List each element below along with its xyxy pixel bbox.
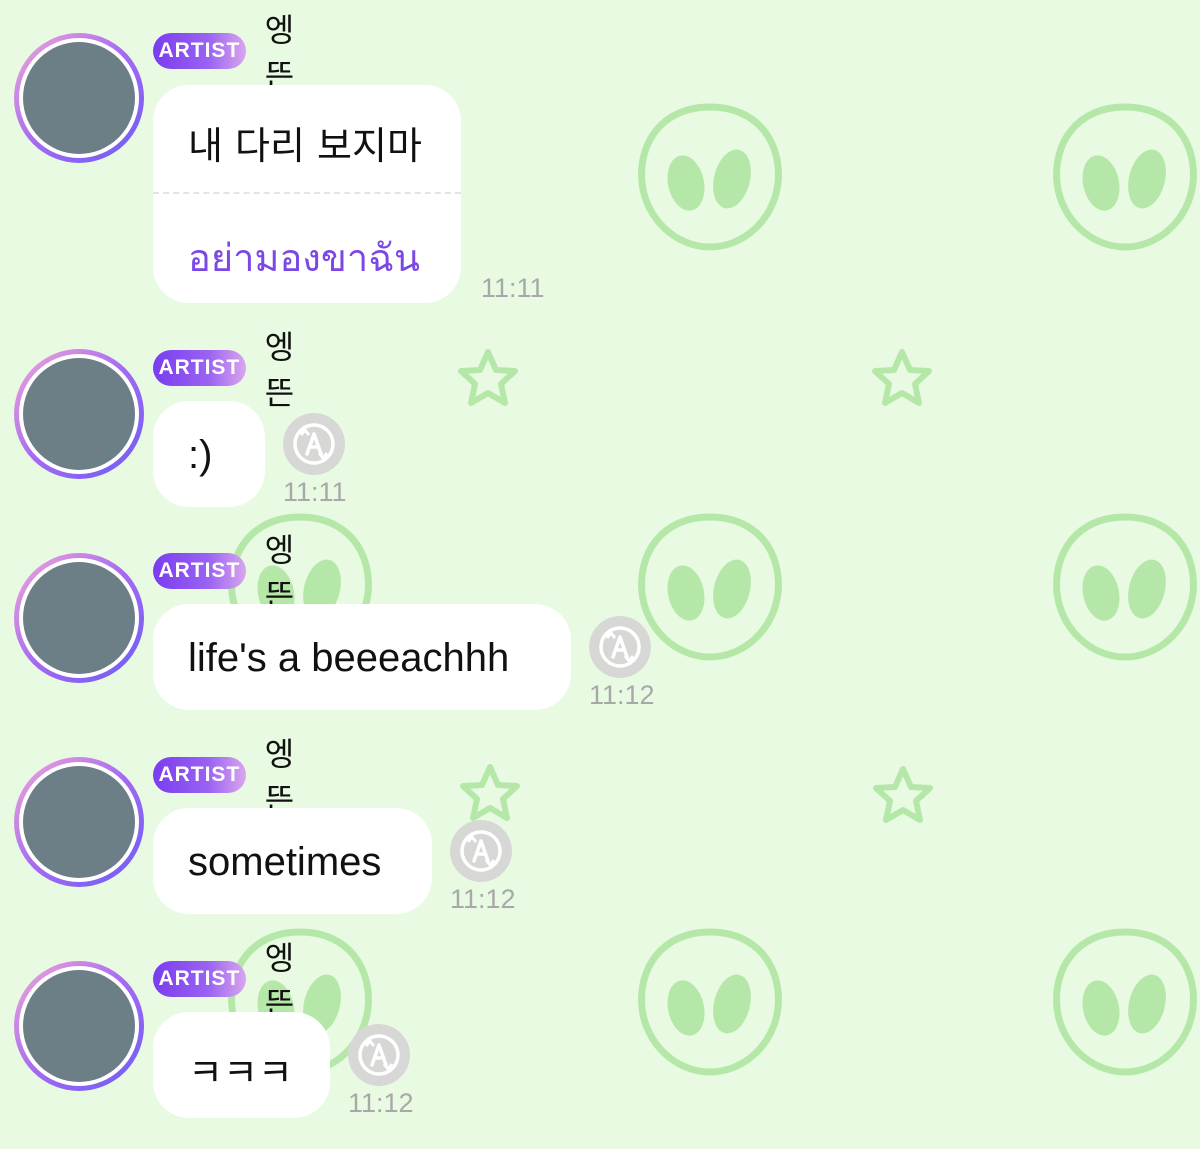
translate-icon bbox=[599, 626, 641, 668]
message-bubble[interactable]: life's a beeeachhh bbox=[153, 604, 571, 710]
translate-button[interactable] bbox=[589, 616, 651, 678]
message-time: 11:12 bbox=[348, 1088, 414, 1118]
translated-text: อย่ามองขาฉัน bbox=[188, 236, 421, 280]
sender-name: 엥뜬 bbox=[264, 328, 295, 412]
translate-icon bbox=[293, 423, 335, 465]
sender-name: 엥뜬 bbox=[264, 11, 295, 95]
avatar[interactable] bbox=[14, 349, 144, 479]
message-text: :) bbox=[188, 433, 213, 477]
message-text: sometimes bbox=[188, 840, 382, 884]
translate-button[interactable] bbox=[450, 820, 512, 882]
translation-divider bbox=[153, 192, 461, 194]
avatar[interactable] bbox=[14, 33, 144, 163]
artist-badge: ARTIST bbox=[153, 553, 246, 589]
message-time: 11:12 bbox=[450, 884, 516, 914]
message-header: ARTIST 엥뜬 bbox=[153, 328, 313, 412]
translate-button[interactable] bbox=[283, 413, 345, 475]
artist-badge: ARTIST bbox=[153, 961, 246, 997]
message-time: 11:12 bbox=[589, 680, 655, 710]
artist-badge: ARTIST bbox=[153, 350, 246, 386]
avatar-photo bbox=[23, 562, 135, 674]
artist-badge: ARTIST bbox=[153, 757, 246, 793]
message-time: 11:11 bbox=[481, 273, 545, 303]
message-header: ARTIST 엥뜬 bbox=[153, 735, 313, 819]
avatar-photo bbox=[23, 766, 135, 878]
message-time: 11:11 bbox=[283, 477, 347, 507]
avatar-photo bbox=[23, 970, 135, 1082]
message-bubble[interactable]: sometimes bbox=[153, 808, 432, 914]
avatar-photo bbox=[23, 42, 135, 154]
translate-button[interactable] bbox=[348, 1024, 410, 1086]
message-text: 내 다리 보지마 bbox=[188, 124, 422, 168]
avatar[interactable] bbox=[14, 757, 144, 887]
message-bubble[interactable]: :) bbox=[153, 401, 265, 507]
message-header: ARTIST 엥뜬 bbox=[153, 939, 313, 1023]
message-text: life's a beeeachhh bbox=[188, 636, 510, 680]
message-header: ARTIST 엥뜬 bbox=[153, 11, 313, 95]
translate-icon bbox=[358, 1034, 400, 1076]
avatar[interactable] bbox=[14, 961, 144, 1091]
chat-thread: ARTIST 엥뜬 내 다리 보지마 อย่ามองขาฉัน 11:11 AR… bbox=[0, 0, 1200, 1149]
message-header: ARTIST 엥뜬 bbox=[153, 531, 313, 615]
message-bubble[interactable]: ㅋㅋㅋ bbox=[153, 1012, 330, 1118]
message-text: ㅋㅋㅋ bbox=[188, 1051, 293, 1095]
translate-icon bbox=[460, 830, 502, 872]
artist-badge: ARTIST bbox=[153, 33, 246, 69]
avatar-photo bbox=[23, 358, 135, 470]
avatar[interactable] bbox=[14, 553, 144, 683]
message-bubble[interactable]: 내 다리 보지마 อย่ามองขาฉัน bbox=[153, 85, 461, 303]
